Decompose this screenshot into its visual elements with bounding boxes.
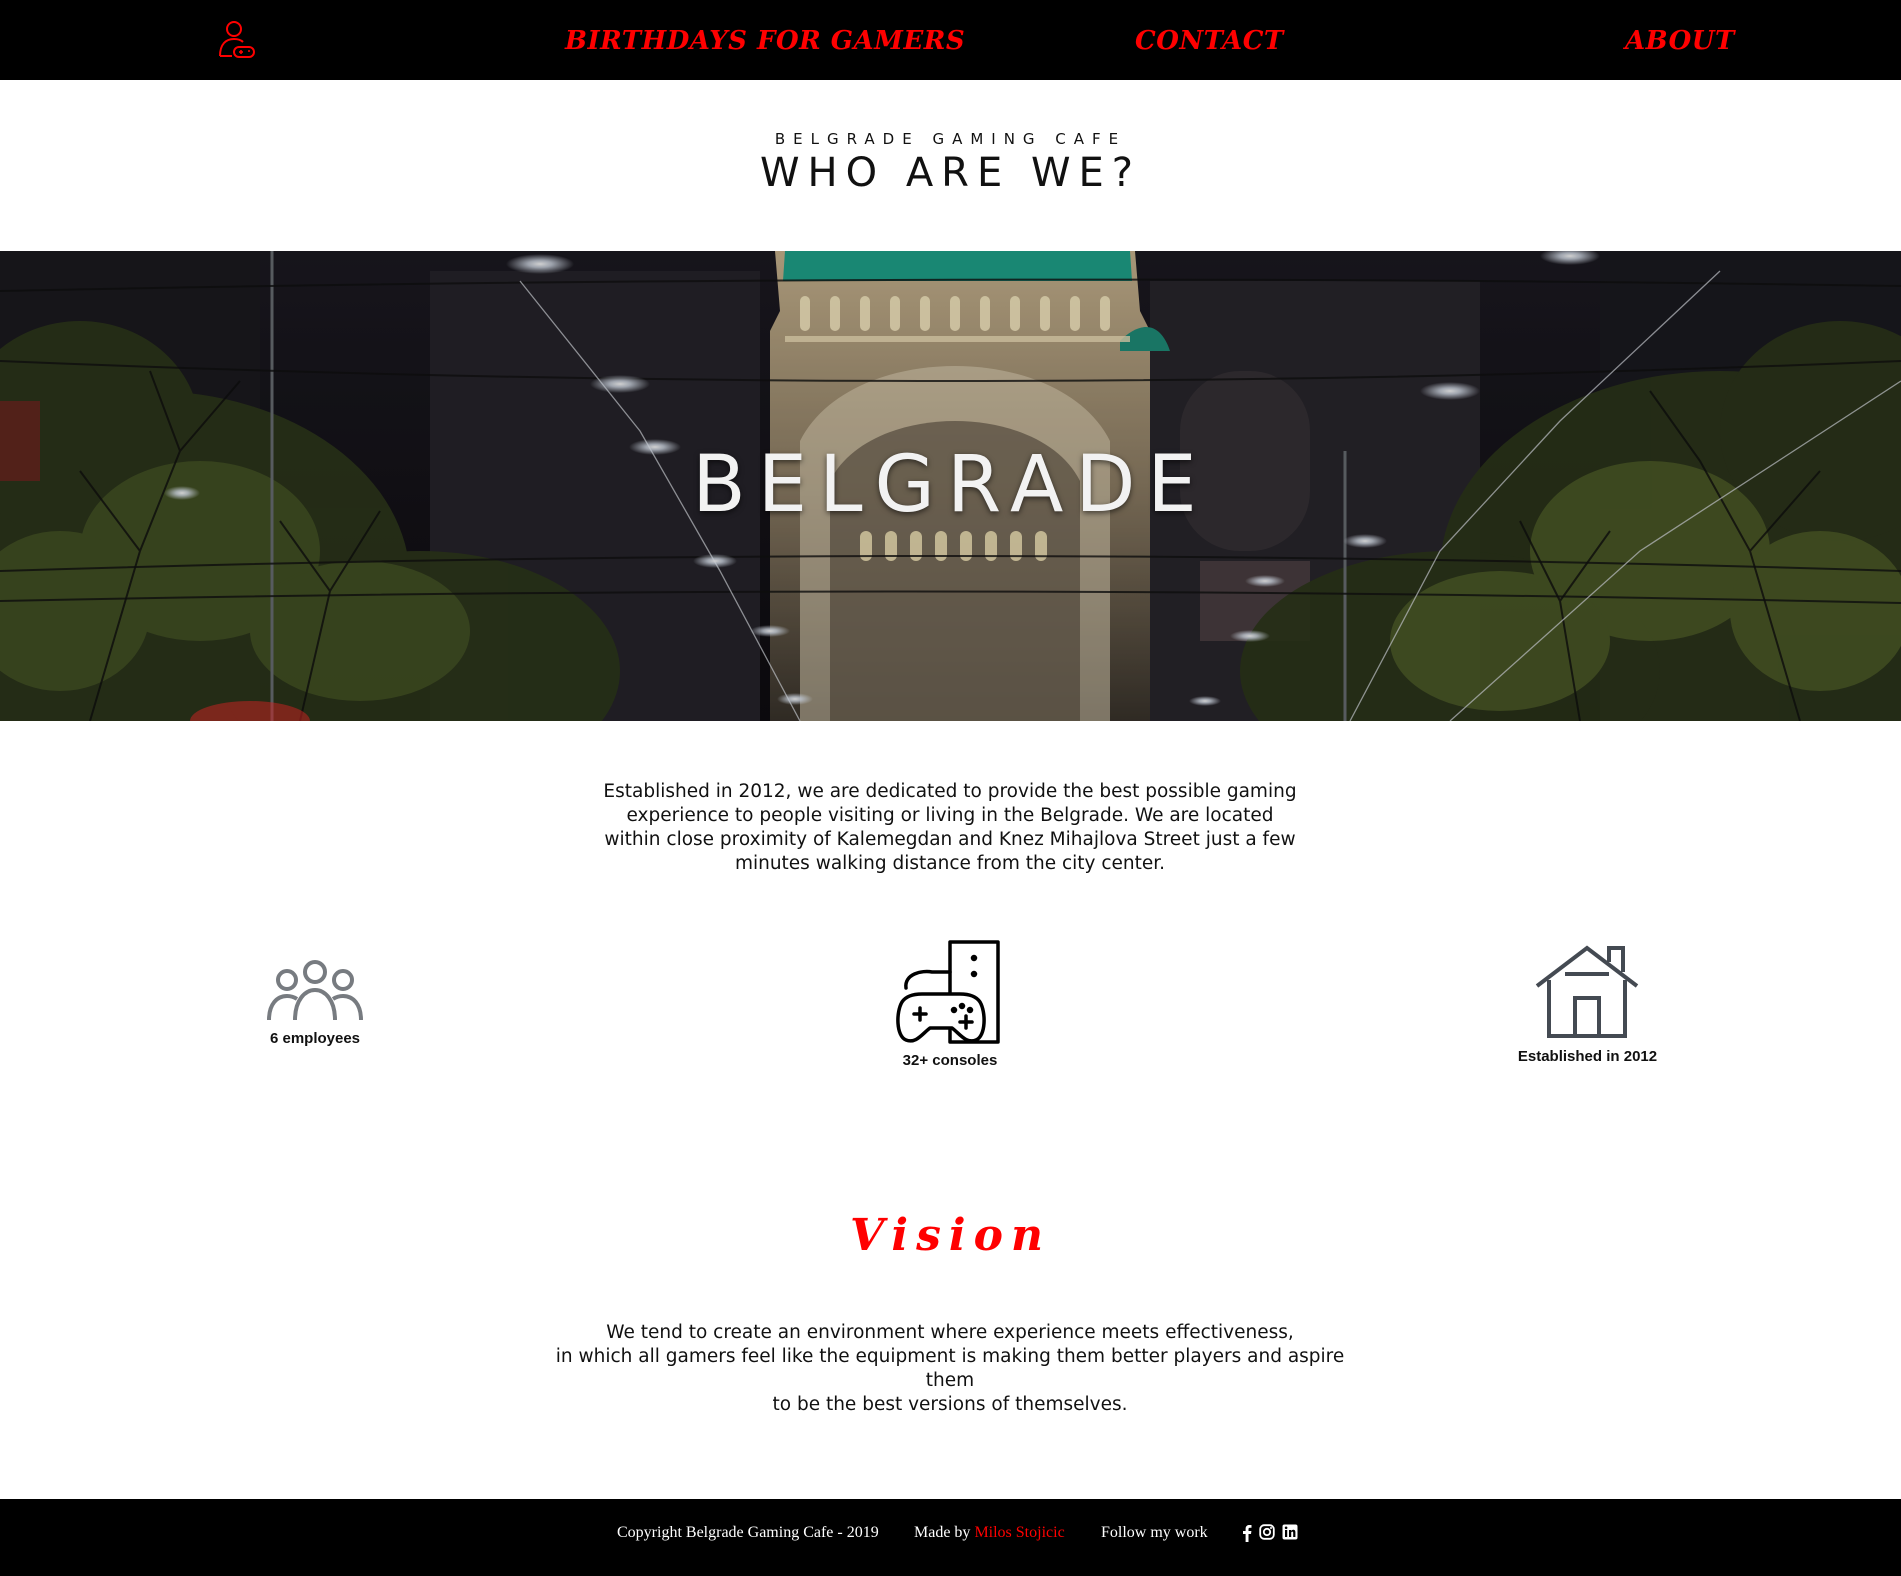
stat-consoles: 32+ consoles (875, 940, 1025, 1069)
made-by-prefix: Made by (914, 1524, 975, 1541)
footer-copyright: Copyright Belgrade Gaming Cafe - 2019 (617, 1524, 879, 1541)
social-links (1242, 1524, 1300, 1542)
top-navbar: BIRTHDAYS FOR GAMERS CONTACT ABOUT (0, 0, 1901, 80)
hero-title: BELGRADE (692, 440, 1209, 530)
page-title: WHO ARE WE? (759, 150, 1142, 196)
stat-label: 6 employees (269, 1030, 361, 1047)
linkedin-icon[interactable] (1282, 1524, 1298, 1540)
intro-paragraph: Established in 2012, we are dedicated to… (603, 781, 1297, 874)
console-gamepad-icon (896, 940, 1000, 1044)
footer-follow-text: Follow my work (1101, 1524, 1208, 1541)
site-footer: Copyright Belgrade Gaming Cafe - 2019 Ma… (0, 1499, 1901, 1576)
nav-link-birthdays[interactable]: BIRTHDAYS FOR GAMERS (565, 24, 965, 58)
section-eyebrow: BELGRADE GAMING CAFE (774, 130, 1127, 148)
vision-line: in which all gamers feel like the equipm… (555, 1346, 1345, 1391)
gamer-person-icon[interactable] (214, 18, 258, 62)
footer-made-by: Made by Milos Stojicic (914, 1524, 1065, 1542)
facebook-icon[interactable] (1242, 1524, 1252, 1542)
author-link[interactable]: Milos Stojicic (974, 1524, 1064, 1541)
instagram-icon[interactable] (1259, 1524, 1275, 1540)
vision-line: We tend to create an environment where e… (606, 1322, 1294, 1343)
vision-line: to be the best versions of themselves. (772, 1394, 1128, 1415)
stat-label: 32+ consoles (902, 1052, 998, 1069)
nav-link-contact[interactable]: CONTACT (1135, 24, 1284, 58)
stat-established: Established in 2012 (1490, 944, 1685, 1065)
stat-label: Established in 2012 (1517, 1048, 1658, 1065)
stat-employees: 6 employees (240, 958, 390, 1047)
people-group-icon (267, 960, 363, 1021)
vision-paragraph: We tend to create an environment where e… (540, 1321, 1360, 1417)
vision-title: Vision (850, 1210, 1051, 1261)
nav-link-about[interactable]: ABOUT (1625, 24, 1735, 58)
house-icon (1535, 945, 1638, 1038)
